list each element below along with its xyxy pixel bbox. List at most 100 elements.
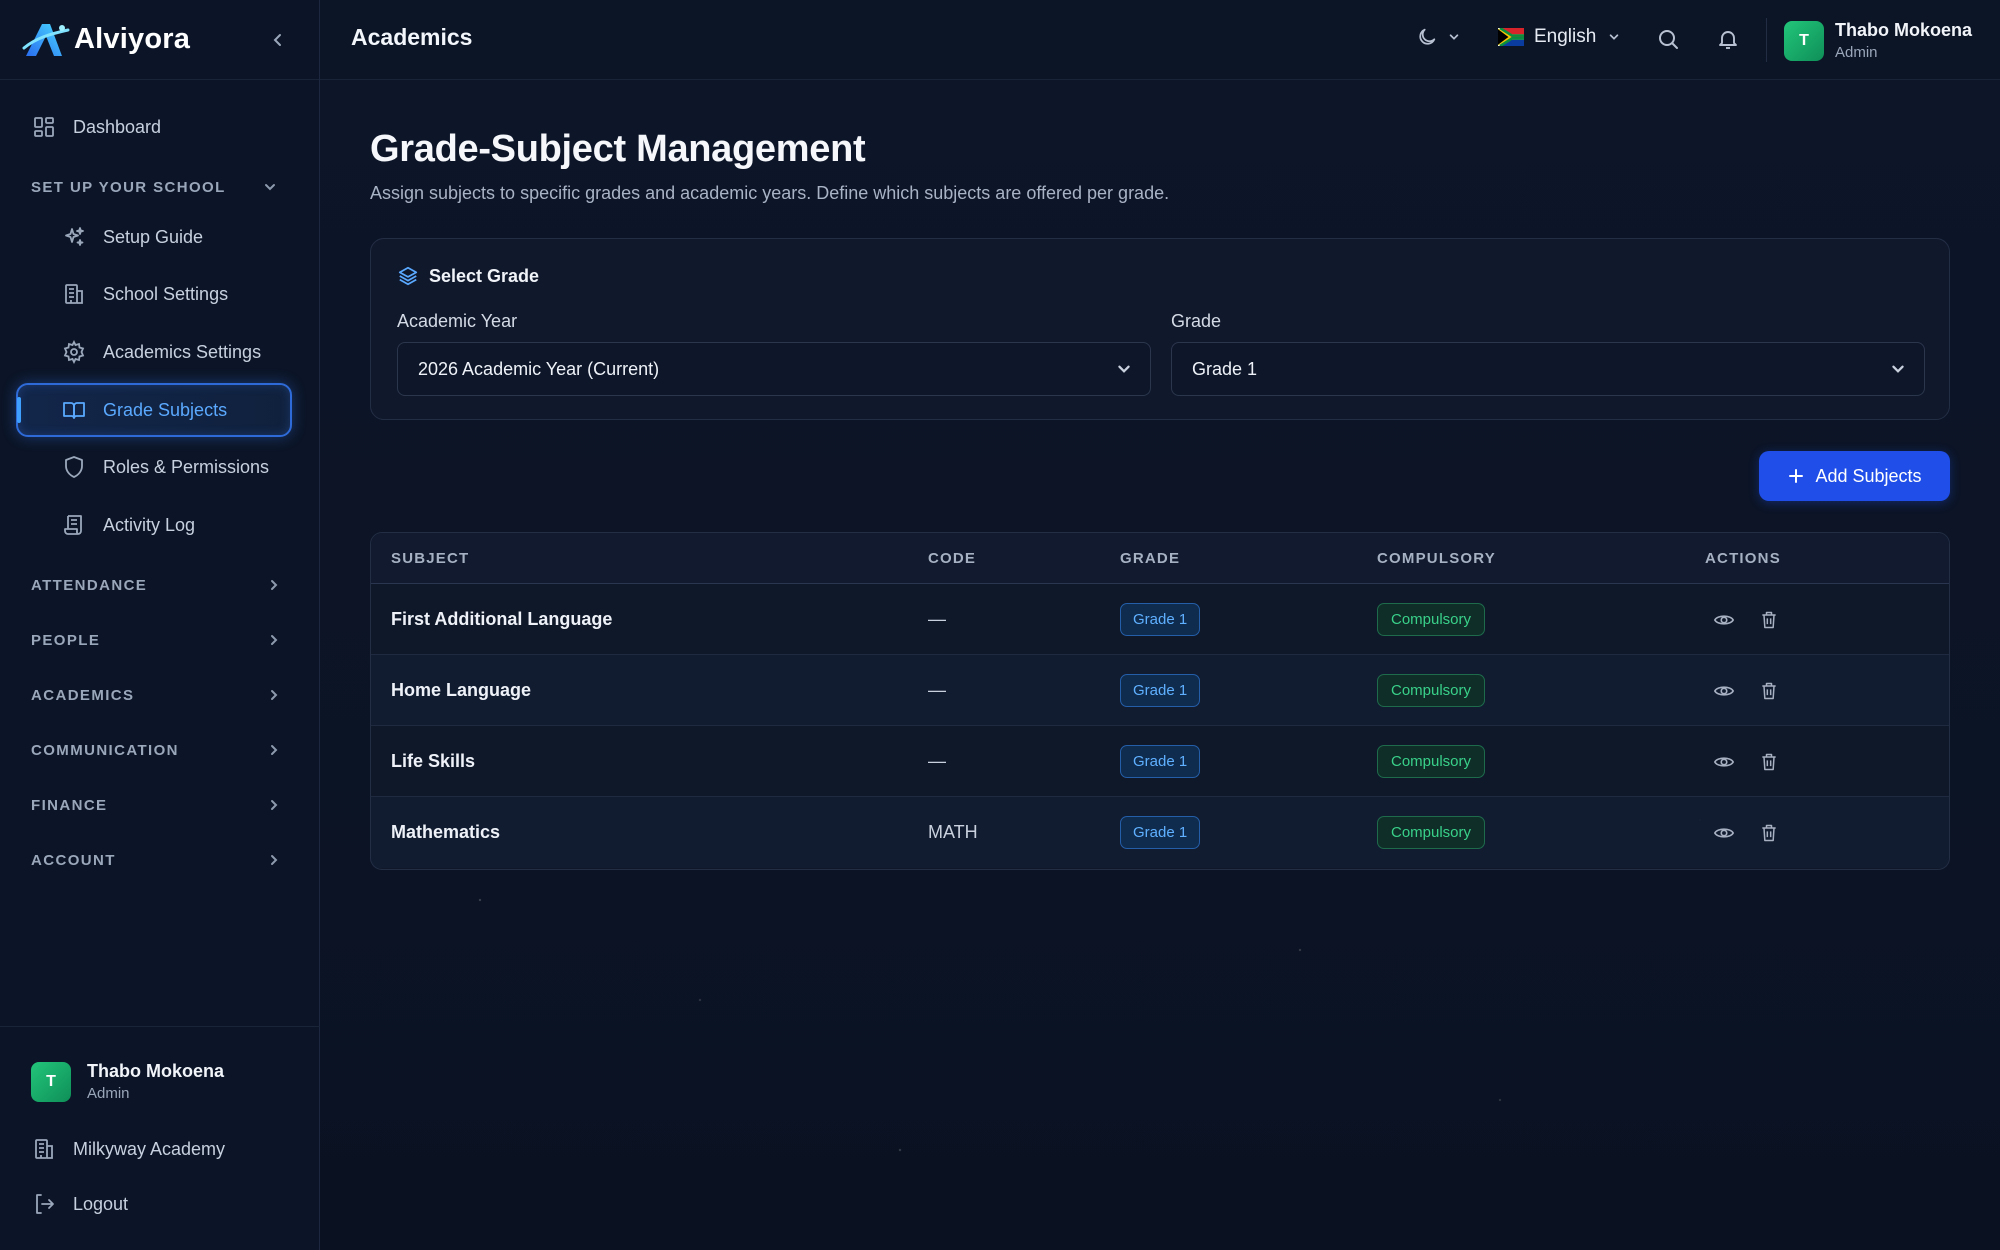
- eye-icon: [1713, 614, 1735, 625]
- header-user-menu[interactable]: T Thabo Mokoena Admin: [1784, 20, 1972, 61]
- search-button[interactable]: [1656, 27, 1680, 51]
- chevron-down-icon: [1449, 34, 1459, 40]
- theme-toggle[interactable]: [1416, 26, 1460, 48]
- code-cell: —: [928, 751, 946, 771]
- view-button[interactable]: [1713, 680, 1735, 702]
- south-africa-flag-icon: [1498, 28, 1524, 46]
- chevron-right-icon: [271, 745, 278, 755]
- chevron-left-icon: [273, 34, 281, 46]
- academic-year-select[interactable]: 2026 Academic Year (Current): [397, 342, 1151, 396]
- chevron-right-icon: [271, 855, 278, 865]
- card-title: Select Grade: [397, 265, 539, 287]
- sidebar-item-dashboard[interactable]: Dashboard: [31, 101, 161, 153]
- dashboard-icon: [31, 114, 57, 140]
- user-name: Thabo Mokoena: [1835, 20, 1973, 40]
- sidebar-item-activity-log[interactable]: Activity Log: [61, 499, 195, 551]
- trash-icon: [1762, 753, 1776, 770]
- view-button[interactable]: [1713, 751, 1735, 773]
- view-button[interactable]: [1713, 609, 1735, 631]
- delete-button[interactable]: [1759, 823, 1779, 843]
- column-header-actions: ACTIONS: [1705, 550, 1781, 567]
- column-header-subject[interactable]: SUBJECT: [391, 550, 469, 567]
- page-subtitle: Assign subjects to specific grades and a…: [370, 183, 1170, 203]
- logo-icon: [22, 23, 70, 56]
- sidebar: Alviyora Dashboard SET UP YOUR SCHOOL Se…: [0, 0, 320, 1250]
- sidebar-item-label: Dashboard: [73, 116, 162, 137]
- gear-icon: [61, 339, 87, 365]
- chevron-down-icon: [265, 184, 275, 191]
- compulsory-badge: Compulsory: [1377, 745, 1486, 778]
- logout-label: Logout: [73, 1193, 129, 1214]
- sidebar-item-grade-subjects[interactable]: Grade Subjects: [61, 384, 227, 436]
- section-finance[interactable]: FINANCE: [31, 790, 281, 820]
- delete-button[interactable]: [1759, 752, 1779, 772]
- chevron-right-icon: [271, 800, 278, 810]
- sidebar-item-label: Grade Subjects: [103, 399, 228, 420]
- building-icon: [31, 1136, 57, 1162]
- section-setup-your-school[interactable]: SET UP YOUR SCHOOL: [31, 172, 277, 202]
- table-row[interactable]: Mathematics MATH Grade 1 Compulsory: [371, 797, 1949, 868]
- chevron-down-icon: [1610, 34, 1619, 40]
- active-indicator: [17, 397, 21, 423]
- section-communication[interactable]: COMMUNICATION: [31, 735, 281, 765]
- trash-icon: [1762, 824, 1776, 841]
- divider: [1766, 18, 1767, 62]
- section-label: PEOPLE: [31, 631, 101, 649]
- delete-button[interactable]: [1759, 610, 1779, 630]
- compulsory-badge: Compulsory: [1377, 816, 1486, 849]
- chevron-down-icon: [1892, 365, 1904, 373]
- sidebar-item-setup-guide[interactable]: Setup Guide: [61, 211, 203, 263]
- user-name: Thabo Mokoena: [87, 1061, 225, 1081]
- section-academics[interactable]: ACADEMICS: [31, 680, 281, 710]
- sidebar-item-label: School Settings: [103, 283, 229, 304]
- avatar: T: [31, 1061, 71, 1102]
- table-row[interactable]: Life Skills — Grade 1 Compulsory: [371, 726, 1949, 797]
- add-subjects-button[interactable]: Add Subjects: [1759, 451, 1950, 501]
- app-name: Alviyora: [74, 23, 191, 55]
- select-grade-card: Select Grade Academic Year 2026 Academic…: [370, 238, 1950, 420]
- notifications-button[interactable]: [1716, 27, 1740, 51]
- bell-icon: [1719, 31, 1737, 49]
- logout-button[interactable]: Logout: [31, 1178, 128, 1230]
- building-icon: [61, 281, 87, 307]
- button-label: Add Subjects: [1815, 465, 1922, 486]
- chevron-right-icon: [271, 635, 278, 645]
- section-label: ACADEMICS: [31, 686, 135, 704]
- delete-button[interactable]: [1759, 681, 1779, 701]
- column-header-code[interactable]: CODE: [928, 550, 976, 567]
- section-label: COMMUNICATION: [31, 741, 179, 759]
- section-label: SET UP YOUR SCHOOL: [31, 178, 226, 196]
- sidebar-user[interactable]: T Thabo Mokoena Admin: [31, 1061, 224, 1102]
- book-open-icon: [61, 397, 87, 423]
- shield-icon: [61, 454, 87, 480]
- column-header-compulsory[interactable]: COMPULSORY: [1377, 550, 1496, 567]
- user-role: Admin: [1835, 44, 1878, 61]
- section-label: FINANCE: [31, 796, 108, 814]
- table-row[interactable]: Home Language — Grade 1 Compulsory: [371, 655, 1949, 726]
- language-selector[interactable]: English: [1498, 26, 1620, 48]
- section-people[interactable]: PEOPLE: [31, 625, 281, 655]
- section-account[interactable]: ACCOUNT: [31, 845, 281, 875]
- trash-icon: [1762, 611, 1776, 628]
- sidebar-item-label: Activity Log: [103, 514, 196, 535]
- school-switcher[interactable]: Milkyway Academy: [31, 1123, 225, 1175]
- column-header-grade[interactable]: GRADE: [1120, 550, 1180, 567]
- select-value: Grade 1: [1192, 358, 1258, 379]
- sidebar-item-roles-permissions[interactable]: Roles & Permissions: [61, 441, 269, 493]
- layers-icon: [397, 265, 419, 287]
- sidebar-item-academics-settings[interactable]: Academics Settings: [61, 326, 261, 378]
- compulsory-badge: Compulsory: [1377, 674, 1486, 707]
- grade-badge: Grade 1: [1120, 816, 1201, 849]
- view-button[interactable]: [1713, 822, 1735, 844]
- chevron-right-icon: [271, 580, 278, 590]
- table-row[interactable]: First Additional Language — Grade 1 Comp…: [371, 584, 1949, 655]
- plus-icon: [1789, 469, 1804, 483]
- collapse-sidebar-button[interactable]: [264, 26, 292, 54]
- grade-select[interactable]: Grade 1: [1171, 342, 1925, 396]
- section-attendance[interactable]: ATTENDANCE: [31, 570, 281, 600]
- eye-icon: [1713, 827, 1735, 838]
- page-title: Grade-Subject Management: [370, 128, 866, 170]
- page-section-title: Academics: [351, 24, 473, 50]
- top-bar: Academics English T Thabo Mokoena Admin: [320, 0, 2000, 80]
- sidebar-item-school-settings[interactable]: School Settings: [61, 268, 228, 320]
